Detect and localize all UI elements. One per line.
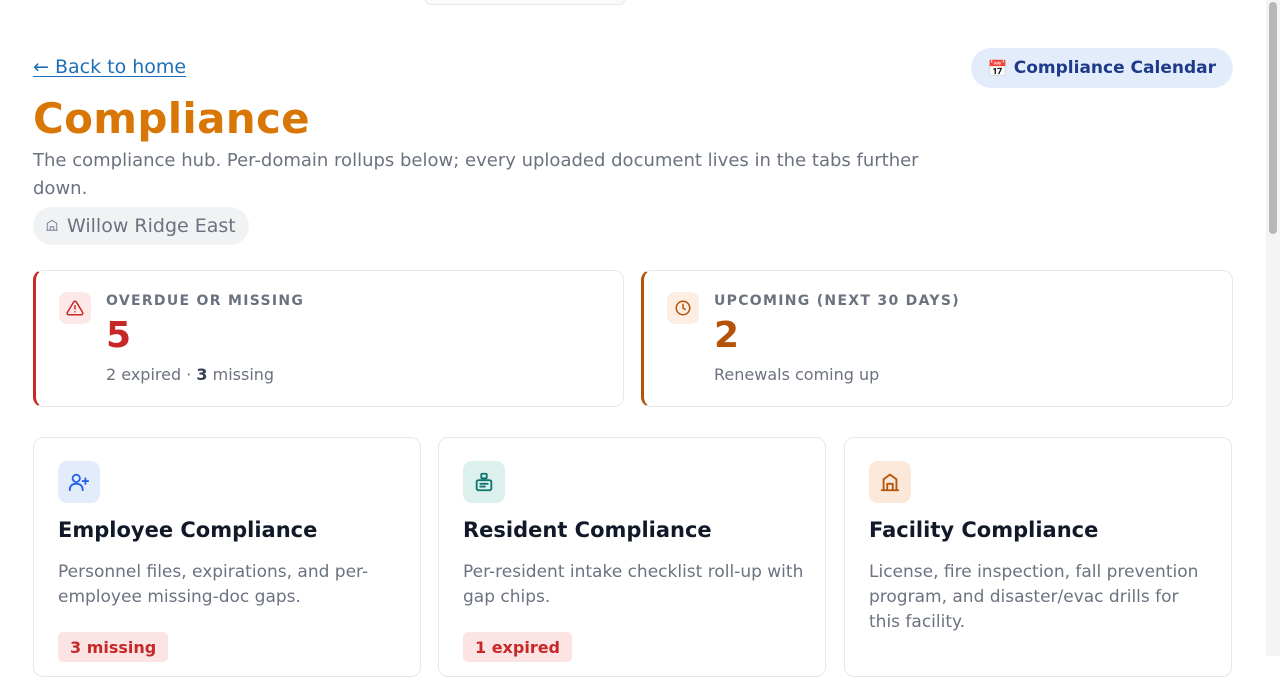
- back-to-home-link[interactable]: ← Back to home: [33, 56, 186, 78]
- compliance-calendar-button[interactable]: 📅 Compliance Calendar: [970, 48, 1233, 88]
- domain-title: Resident Compliance: [463, 518, 712, 542]
- domain-title: Employee Compliance: [58, 518, 318, 542]
- facility-chip[interactable]: Willow Ridge East: [33, 207, 249, 245]
- stat-value: 2: [714, 315, 740, 356]
- stat-value: 5: [106, 315, 132, 356]
- stat-detail: Renewals coming up: [714, 365, 880, 384]
- stat-detail: 2 expired · 3 missing: [106, 365, 275, 384]
- employee-compliance-card[interactable]: Employee Compliance Personnel files, exp…: [33, 437, 421, 677]
- compliance-calendar-label: Compliance Calendar: [1013, 58, 1216, 78]
- missing-count: 3: [196, 365, 208, 384]
- page-title: Compliance: [33, 94, 310, 143]
- facility-name: Willow Ridge East: [67, 215, 236, 237]
- page-subtitle: The compliance hub. Per-domain rollups b…: [33, 150, 919, 199]
- scrollbar-thumb[interactable]: [1269, 2, 1277, 234]
- status-badge: 1 expired: [463, 632, 573, 662]
- domain-description: Per-resident intake checklist roll-up wi…: [463, 562, 804, 607]
- domain-description: License, fire inspection, fall preventio…: [869, 562, 1199, 632]
- resident-compliance-card[interactable]: Resident Compliance Per-resident intake …: [438, 437, 826, 677]
- page-scrollbar[interactable]: [1266, 0, 1280, 656]
- overdue-missing-card[interactable]: OVERDUE OR MISSING 5 2 expired · 3 missi…: [33, 270, 624, 407]
- calendar-icon: 📅: [987, 58, 1008, 78]
- building-icon: [869, 461, 911, 503]
- stat-label: UPCOMING (NEXT 30 DAYS): [714, 293, 960, 309]
- building-icon: [45, 215, 59, 237]
- top-tab-edge: [425, 0, 625, 5]
- clock-icon: [667, 292, 699, 324]
- domain-title: Facility Compliance: [869, 518, 1099, 542]
- user-plus-icon: [58, 461, 100, 503]
- facility-compliance-card[interactable]: Facility Compliance License, fire inspec…: [844, 437, 1232, 677]
- domain-description: Personnel files, expirations, and per-em…: [58, 562, 369, 607]
- clipboard-icon: [463, 461, 505, 503]
- stat-label: OVERDUE OR MISSING: [106, 293, 305, 309]
- alert-triangle-icon: [59, 292, 91, 324]
- status-badge: 3 missing: [58, 632, 169, 662]
- upcoming-renewals-card[interactable]: UPCOMING (NEXT 30 DAYS) 2 Renewals comin…: [641, 270, 1233, 407]
